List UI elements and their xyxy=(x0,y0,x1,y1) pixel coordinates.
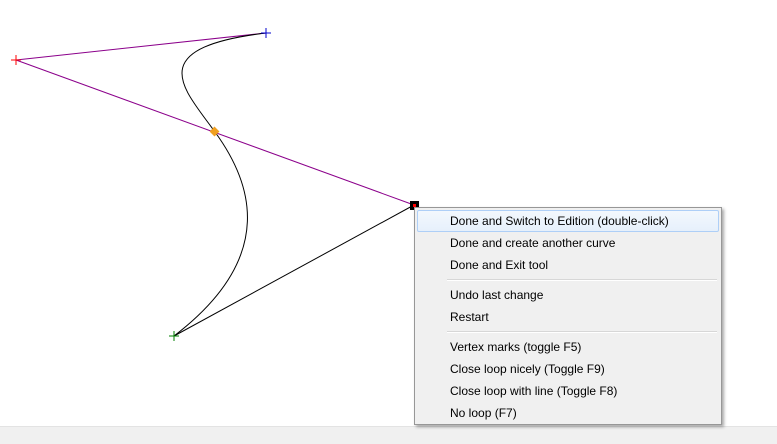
control-line-start-to-handle xyxy=(15,32,267,61)
menu-item-undo[interactable]: Undo last change xyxy=(417,284,719,306)
menu-item-vertex-marks[interactable]: Vertex marks (toggle F5) xyxy=(417,336,719,358)
menu-separator xyxy=(417,328,719,336)
menu-item-close-loop-nicely[interactable]: Close loop nicely (Toggle F9) xyxy=(417,358,719,380)
handle-vertex-mark[interactable] xyxy=(261,28,271,38)
control-line-selected-to-end xyxy=(173,204,415,337)
menu-item-restart[interactable]: Restart xyxy=(417,306,719,328)
menu-item-done-switch-edition[interactable]: Done and Switch to Edition (double-click… xyxy=(417,210,719,232)
status-strip xyxy=(0,426,777,444)
menu-item-done-create-another[interactable]: Done and create another curve xyxy=(417,232,719,254)
context-menu: Done and Switch to Edition (double-click… xyxy=(414,207,722,425)
start-vertex-mark[interactable] xyxy=(11,55,21,65)
midpoint-marker[interactable] xyxy=(209,126,220,137)
menu-item-done-exit-tool[interactable]: Done and Exit tool xyxy=(417,254,719,276)
menu-item-no-loop[interactable]: No loop (F7) xyxy=(417,402,719,424)
menu-item-close-loop-line[interactable]: Close loop with line (Toggle F8) xyxy=(417,380,719,402)
end-vertex-mark[interactable] xyxy=(169,331,179,341)
menu-separator xyxy=(417,276,719,284)
bezier-curve[interactable] xyxy=(173,32,267,337)
